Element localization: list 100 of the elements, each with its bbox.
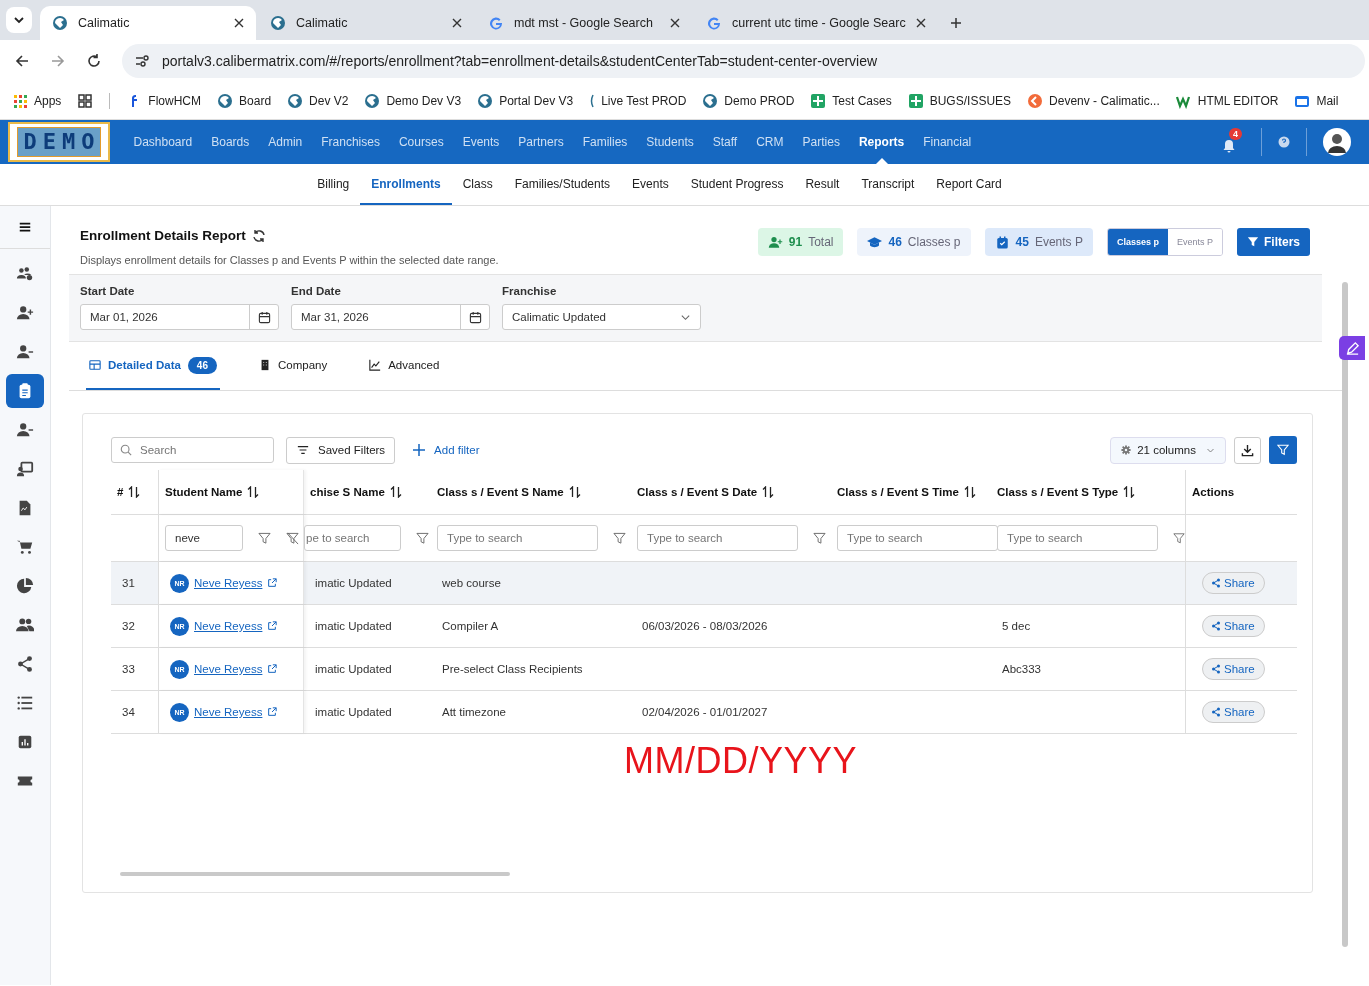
- table-cell: imatic Updated: [315, 577, 392, 589]
- subnav-tab[interactable]: Enrollments: [360, 164, 452, 205]
- column-header[interactable]: Actions: [1192, 486, 1235, 498]
- student-link[interactable]: Neve Reyess: [194, 706, 263, 718]
- subnav-tab[interactable]: Families/Students: [503, 164, 622, 205]
- date-field[interactable]: Mar 01, 2026: [80, 304, 279, 330]
- subnav-tab[interactable]: Student Progress: [679, 164, 795, 205]
- share-button[interactable]: Share: [1202, 572, 1265, 594]
- bookmark[interactable]: BUGS/ISSUES: [907, 92, 1012, 109]
- browser-tab[interactable]: Calimatic: [258, 6, 474, 40]
- nav-link[interactable]: Admin: [258, 120, 312, 164]
- subnav-tab[interactable]: Transcript: [850, 164, 926, 205]
- address-bar[interactable]: portalv3.calibermatrix.com/#/reports/enrollment?tab=enrollment-details&studentCenterTab=student-center-overview: [122, 44, 1365, 78]
- search-field[interactable]: Search: [111, 437, 274, 463]
- column-header[interactable]: #: [117, 486, 141, 498]
- browser-tab[interactable]: current utc time - Google Searc: [694, 6, 938, 40]
- nav-link[interactable]: Courses: [389, 120, 454, 164]
- table-cell: Compiler A: [442, 620, 499, 632]
- nav-link[interactable]: Financial: [913, 120, 981, 164]
- column-header[interactable]: Student Name: [165, 486, 260, 498]
- nav-link[interactable]: CRM: [746, 120, 794, 164]
- browser-tab[interactable]: mdt mst - Google Search: [476, 6, 692, 40]
- student-link[interactable]: Neve Reyess: [194, 663, 263, 675]
- url-text: portalv3.calibermatrix.com/#/reports/enrollment?tab=enrollment-details&studentCenterTab=student-center-overview: [162, 53, 878, 69]
- count-badge: 46: [187, 356, 217, 374]
- column-header[interactable]: Class s / Event S Time: [837, 486, 976, 498]
- browser-tab[interactable]: Calimatic: [40, 6, 256, 40]
- student-link[interactable]: Neve Reyess: [194, 620, 263, 632]
- stat-chip: 91 Total: [757, 228, 844, 256]
- table-cell: imatic Updated: [315, 620, 392, 632]
- subnav-tab[interactable]: Events: [621, 164, 680, 205]
- nav-link[interactable]: Staff: [703, 120, 747, 164]
- stat-chip: 45 Events P: [984, 228, 1093, 256]
- data-tab[interactable]: Detailed Data 46: [86, 342, 220, 390]
- column-filter-field[interactable]: Type to search: [997, 525, 1158, 551]
- bookmark[interactable]: Dev V2: [287, 92, 349, 109]
- subnav-tab[interactable]: Billing: [306, 164, 361, 205]
- column-header[interactable]: Class s / Event S Type: [997, 486, 1136, 498]
- share-button[interactable]: Share: [1202, 615, 1265, 637]
- franchise-dropdown[interactable]: Calimatic Updated: [502, 304, 701, 330]
- subnav-tab[interactable]: Result: [794, 164, 851, 205]
- field-label: End Date: [291, 285, 342, 297]
- table-cell: 06/03/2026 - 08/03/2026: [642, 620, 768, 632]
- share-button[interactable]: Share: [1202, 658, 1265, 680]
- column-filter-field[interactable]: Type to search: [637, 525, 798, 551]
- nav-link[interactable]: Reports: [849, 120, 914, 164]
- bookmark[interactable]: Devenv - Calimatic...: [1027, 92, 1160, 109]
- data-tab[interactable]: Company: [256, 342, 331, 390]
- subnav-tab[interactable]: Class: [451, 164, 504, 205]
- bookmark[interactable]: FlowHCM: [126, 92, 202, 109]
- column-header[interactable]: Class s / Event S Name: [437, 486, 581, 498]
- share-button[interactable]: Share: [1202, 701, 1265, 723]
- view-toggle-option[interactable]: Classes p: [1107, 229, 1168, 255]
- stat-chip: 46 Classes p: [857, 228, 971, 256]
- logo[interactable]: DEMO: [8, 122, 110, 162]
- data-tab[interactable]: Advanced: [366, 342, 443, 390]
- bookmark[interactable]: HTML EDITOR: [1175, 92, 1279, 109]
- subnav-tab[interactable]: Report Card: [925, 164, 1013, 205]
- report-title: Enrollment Details Report: [80, 228, 246, 243]
- table-cell: 32: [122, 620, 135, 632]
- column-header[interactable]: Class s / Event S Date: [637, 486, 775, 498]
- bookmark[interactable]: Demo PROD: [702, 92, 795, 109]
- table-cell: 33: [122, 663, 135, 675]
- nav-link[interactable]: Partners: [508, 120, 574, 164]
- table-cell: 5 dec: [1002, 620, 1031, 632]
- field-label: Start Date: [80, 285, 136, 297]
- bookmark[interactable]: Live Test PROD: [589, 92, 687, 109]
- bookmark[interactable]: Apps: [12, 92, 62, 109]
- bookmark[interactable]: Portal Dev V3: [477, 92, 574, 109]
- table-cell: imatic Updated: [315, 663, 392, 675]
- add-filter-button[interactable]: Add filter: [407, 443, 486, 457]
- column-filter-field[interactable]: Type to search: [837, 525, 998, 551]
- nav-link[interactable]: Parties: [793, 120, 850, 164]
- bookmark[interactable]: Board: [217, 92, 272, 109]
- column-filter-field[interactable]: Type to search: [437, 525, 598, 551]
- notification-badge: 4: [1229, 128, 1242, 140]
- nav-link[interactable]: Franchises: [311, 120, 390, 164]
- column-filter-field[interactable]: neve: [165, 525, 243, 551]
- table-cell: web course: [442, 577, 501, 589]
- nav-link[interactable]: Events: [453, 120, 509, 164]
- table-cell: Abc333: [1002, 663, 1041, 675]
- bookmark[interactable]: Mail: [1294, 92, 1339, 109]
- student-link[interactable]: Neve Reyess: [194, 577, 263, 589]
- nav-link[interactable]: Boards: [201, 120, 259, 164]
- table-cell: Att timezone: [442, 706, 506, 718]
- table-cell: imatic Updated: [315, 706, 392, 718]
- column-filter-field[interactable]: pe to search: [304, 525, 401, 551]
- bookmark[interactable]: Demo Dev V3: [364, 92, 462, 109]
- bookmark[interactable]: Test Cases: [810, 92, 892, 109]
- nav-link[interactable]: Dashboard: [124, 120, 202, 164]
- nav-link[interactable]: Students: [636, 120, 704, 164]
- nav-link[interactable]: Families: [573, 120, 637, 164]
- columns-dropdown[interactable]: 21 columns: [1110, 436, 1226, 464]
- saved-filters-button[interactable]: Saved Filters: [286, 436, 396, 464]
- filters-button[interactable]: Filters: [1237, 228, 1310, 256]
- annotation-text: MM/DD/YYYY: [624, 740, 858, 782]
- date-field[interactable]: Mar 31, 2026: [291, 304, 490, 330]
- table-cell: 31: [122, 577, 135, 589]
- column-header[interactable]: chise S Name: [310, 486, 402, 498]
- table-cell: Pre-select Class Recipients: [442, 663, 583, 675]
